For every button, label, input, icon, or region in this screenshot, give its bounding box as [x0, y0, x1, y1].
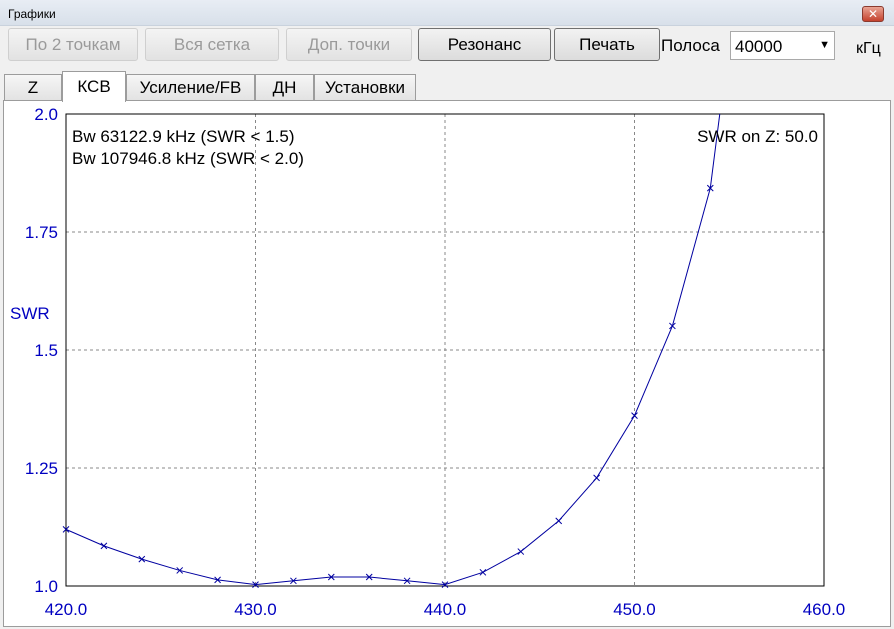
y-axis-label: SWR [10, 304, 50, 323]
bw-15-annotation: Bw 63122.9 kHz (SWR < 1.5) [72, 127, 295, 146]
data-point [138, 555, 146, 563]
x-tick-label: 420.0 [45, 600, 88, 619]
data-point [669, 322, 676, 330]
swr-series [62, 113, 721, 588]
data-point [631, 412, 638, 419]
data-point [176, 567, 184, 574]
tab-swr[interactable]: КСВ [62, 71, 126, 102]
x-tick-label: 440.0 [424, 600, 467, 619]
data-point [479, 568, 487, 576]
swr-chart: 1.0 1.25 1.5 1.75 2.0 420.0 430.0 440.0 450.0 46… [10, 105, 846, 619]
swr-on-z-annotation: SWR on Z: 50.0 [697, 127, 818, 146]
bw-20-annotation: Bw 107946.8 kHz (SWR < 2.0) [72, 149, 304, 168]
y-tick-label: 1.0 [34, 577, 58, 596]
y-tick-label: 2.0 [34, 105, 58, 124]
y-tick-labels: 1.0 1.25 1.5 1.75 2.0 [25, 105, 58, 596]
x-tick-label: 430.0 [234, 600, 277, 619]
x-tick-labels: 420.0 430.0 440.0 450.0 460.0 [45, 600, 846, 619]
y-tick-label: 1.75 [25, 223, 58, 242]
y-tick-label: 1.25 [25, 459, 58, 478]
swr-line [65, 113, 721, 586]
x-tick-label: 460.0 [803, 600, 846, 619]
data-point [593, 474, 600, 482]
data-point [100, 542, 108, 550]
data-point [555, 517, 563, 525]
y-tick-label: 1.5 [34, 341, 58, 360]
x-tick-label: 450.0 [613, 600, 656, 619]
data-point [517, 548, 525, 555]
